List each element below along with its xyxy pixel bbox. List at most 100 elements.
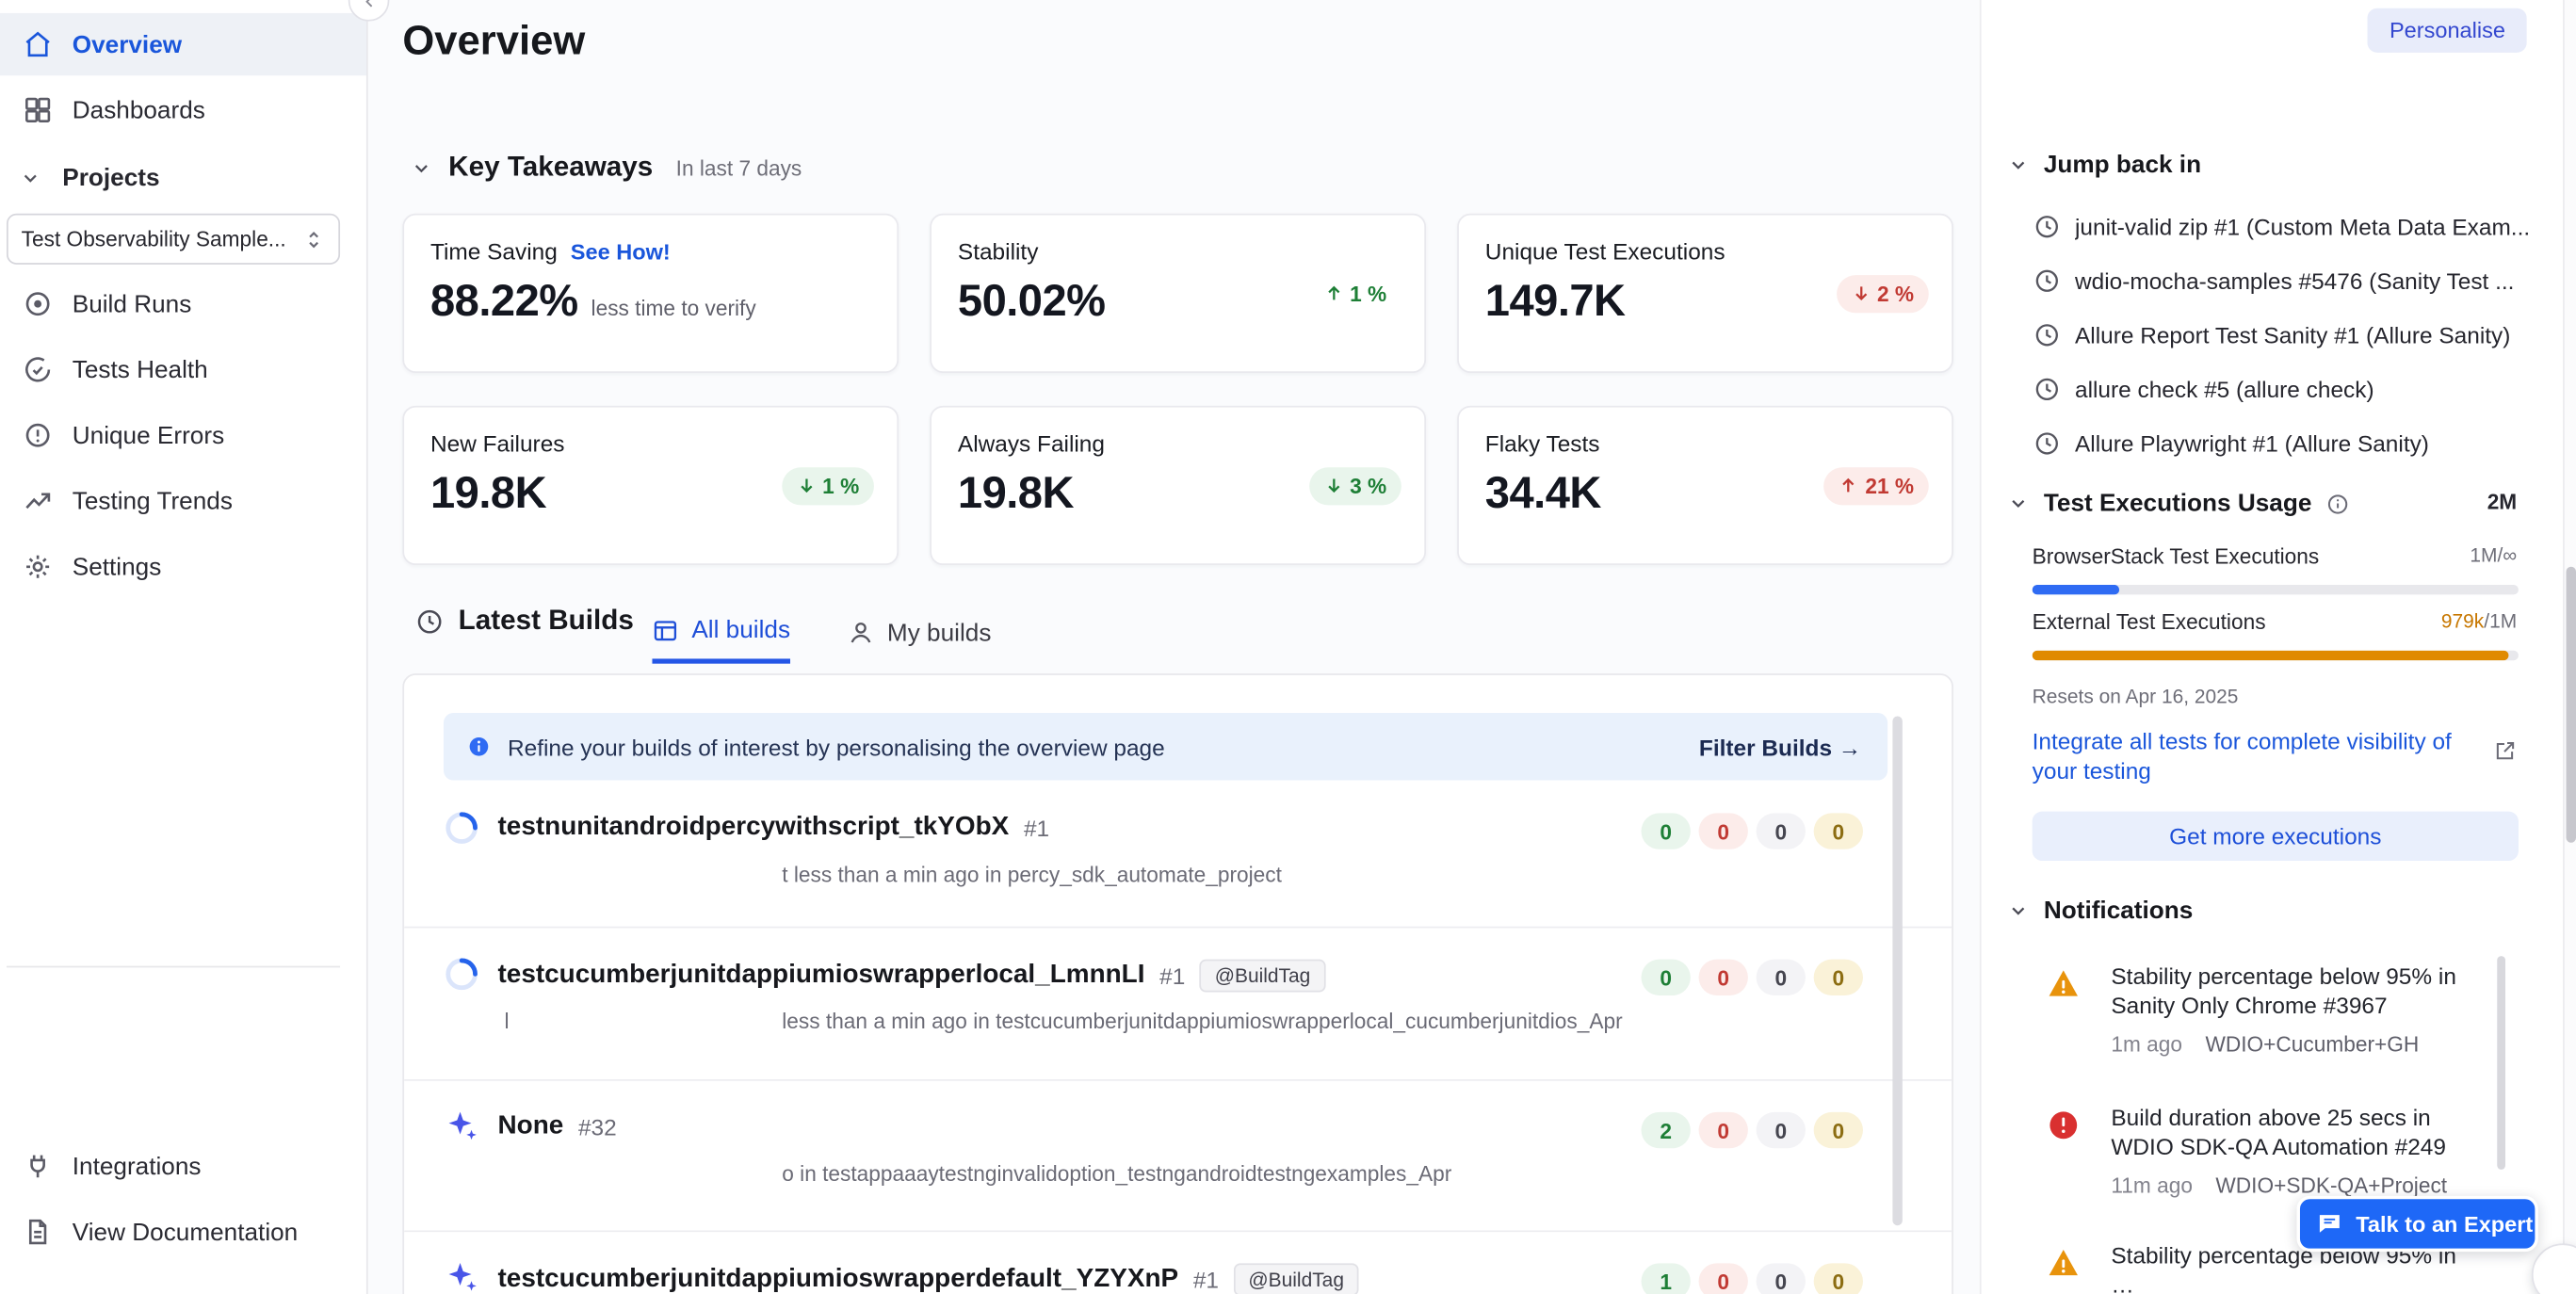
jump-back-item[interactable]: wdio-mocha-samples #5476 (Sanity Test ..… [2033, 263, 2536, 299]
sidebar-item-label: Build Runs [73, 290, 192, 318]
chevron-left-icon [361, 0, 377, 9]
sidebar-item-build-runs[interactable]: Build Runs [0, 273, 366, 335]
metric-card-unique-test-executions: Unique Test Executions 149.7K 2 % [1457, 214, 1953, 373]
sidebar-item-settings[interactable]: Settings [0, 536, 366, 598]
sidebar-item-tests-health[interactable]: Tests Health [0, 338, 366, 400]
spinner-icon [444, 956, 479, 992]
sidebar-item-label: Unique Errors [73, 421, 224, 449]
build-row[interactable]: testcucumberjunitdappiumioswrapperlocal_… [404, 927, 1952, 1081]
build-number: #1 [1159, 962, 1185, 989]
tab-label: My builds [887, 619, 992, 647]
build-name[interactable]: testnunitandroidpercywithscript_tkYObX [498, 813, 1010, 842]
notification-title: Build duration above 25 secs in WDIO SDK… [2111, 1104, 2475, 1162]
integrate-tests-link[interactable]: Integrate all tests for complete visibil… [2033, 726, 2463, 786]
window-scrollbar[interactable] [2563, 0, 2576, 1294]
build-name[interactable]: None [498, 1112, 564, 1141]
unique-errors-icon [23, 421, 52, 450]
sidebar-item-label: Dashboards [73, 96, 205, 124]
testing-trends-icon [23, 486, 52, 515]
build-name[interactable]: testcucumberjunitdappiumioswrapperlocal_… [498, 961, 1145, 990]
build-row[interactable]: None #32 o in testappaaaytestnginvalidop… [404, 1079, 1952, 1232]
sidebar-item-dashboards[interactable]: Dashboards [0, 79, 366, 141]
build-row[interactable]: testnunitandroidpercywithscript_tkYObX #… [404, 781, 1952, 929]
usage-reset-date: Resets on Apr 16, 2025 [2033, 685, 2239, 707]
window-scrollbar-thumb[interactable] [2567, 567, 2576, 843]
build-number: #32 [578, 1114, 617, 1140]
notification-item[interactable]: Stability percentage below 95% in Sanity… [2046, 962, 2514, 1056]
metric-value: 19.8K [430, 468, 546, 519]
notifications-header[interactable]: Notifications [2007, 897, 2193, 925]
count-failed: 0 [1699, 960, 1748, 995]
metric-label: Unique Test Executions [1485, 238, 1725, 265]
sidebar-item-testing-trends[interactable]: Testing Trends [0, 470, 366, 532]
notification-time: 11m ago [2111, 1173, 2193, 1197]
jump-back-in-header[interactable]: Jump back in [2007, 151, 2201, 179]
build-row[interactable]: testcucumberjunitdappiumioswrapperdefaul… [404, 1230, 1952, 1294]
history-clock-icon [2033, 376, 2060, 402]
count-skipped: 0 [1757, 813, 1806, 849]
build-counts: 0 0 0 0 [1642, 813, 1863, 849]
see-how-link[interactable]: See How! [571, 240, 671, 265]
sparkle-icon [444, 1108, 479, 1144]
sidebar-item-overview[interactable]: Overview [0, 13, 366, 75]
usage-row-value: 979k/1M [2441, 609, 2517, 632]
panel-section-title: Notifications [2044, 897, 2193, 925]
tab-label: All builds [691, 616, 790, 644]
right-panel: Jump back in junit-valid zip #1 (Custom … [1980, 0, 2563, 1294]
spinner-icon [444, 810, 479, 846]
build-number: #1 [1193, 1267, 1219, 1293]
jump-back-item[interactable]: allure check #5 (allure check) [2033, 371, 2536, 407]
build-runs-icon [23, 289, 52, 318]
external-link-icon[interactable] [2494, 739, 2517, 762]
build-tag: @BuildTag [1200, 960, 1325, 993]
main-area: Overview Key Takeaways In last 7 days Ti… [368, 0, 1980, 1294]
person-icon [848, 620, 874, 646]
sidebar-item-view-documentation[interactable]: View Documentation [0, 1201, 366, 1263]
error-circle-icon [2046, 1108, 2082, 1143]
arrow-down-icon [1323, 476, 1343, 495]
project-select[interactable]: Test Observability Sample... [7, 214, 340, 265]
get-more-executions-button[interactable]: Get more executions [2033, 812, 2519, 861]
usage-progressbar [2033, 585, 2519, 594]
usage-progress-fill [2033, 585, 2120, 594]
warning-triangle-icon [2046, 1245, 2082, 1281]
build-subtext: t less than a min ago in percy_sdk_autom… [782, 863, 1282, 887]
history-clock-icon [2033, 430, 2060, 457]
notifications-scrollbar[interactable] [2497, 956, 2505, 1170]
notification-item[interactable]: Build duration above 25 secs in WDIO SDK… [2046, 1104, 2514, 1197]
metric-label: Flaky Tests [1485, 430, 1600, 457]
history-clock-icon [2033, 214, 2060, 240]
tab-my-builds[interactable]: My builds [848, 601, 991, 663]
talk-to-expert-label: Talk to an Expert [2356, 1211, 2533, 1236]
jump-back-item[interactable]: Allure Playwright #1 (Allure Sanity) [2033, 426, 2536, 461]
count-passed: 2 [1642, 1112, 1691, 1148]
builds-grid-icon [652, 617, 678, 643]
jump-back-item[interactable]: Allure Report Test Sanity #1 (Allure San… [2033, 317, 2536, 353]
usage-header[interactable]: Test Executions Usage [2007, 490, 2349, 518]
personalise-banner: Refine your builds of interest by person… [444, 713, 1887, 781]
count-other: 0 [1814, 1112, 1863, 1148]
metric-delta: 21 % [1824, 466, 1929, 504]
dashboards-grid-icon [23, 95, 52, 124]
sidebar-item-unique-errors[interactable]: Unique Errors [0, 404, 366, 466]
app-window: Overview Dashboards Projects Test Observ… [0, 0, 2576, 1294]
sidebar-item-label: Tests Health [73, 356, 208, 384]
select-updown-icon [302, 228, 325, 251]
metric-delta: 2 % [1836, 274, 1928, 312]
build-subtext: o in testappaaaytestnginvalidoption_test… [782, 1161, 1451, 1186]
build-name[interactable]: testcucumberjunitdappiumioswrapperdefaul… [498, 1265, 1179, 1294]
metric-card-flaky-tests: Flaky Tests 34.4K 21 % [1457, 406, 1953, 565]
usage-row-value: 1M/∞ [2470, 543, 2517, 566]
personalise-button[interactable]: Personalise [2368, 8, 2526, 53]
builds-scrollbar[interactable] [1892, 716, 1902, 1225]
sidebar-group-projects[interactable]: Projects [0, 151, 366, 203]
jump-back-item-label: Allure Report Test Sanity #1 (Allure San… [2075, 322, 2510, 348]
sidebar-item-integrations[interactable]: Integrations [0, 1135, 366, 1197]
chevron-down-icon [2007, 493, 2029, 514]
talk-to-expert-button[interactable]: Talk to an Expert [2296, 1196, 2537, 1252]
tab-all-builds[interactable]: All builds [652, 601, 790, 663]
jump-back-item[interactable]: junit-valid zip #1 (Custom Meta Data Exa… [2033, 209, 2536, 245]
filter-builds-link[interactable]: Filter Builds → [1699, 734, 1861, 760]
key-takeaways-header[interactable]: Key Takeaways In last 7 days [411, 151, 802, 184]
metric-value: 88.22% [430, 276, 578, 327]
